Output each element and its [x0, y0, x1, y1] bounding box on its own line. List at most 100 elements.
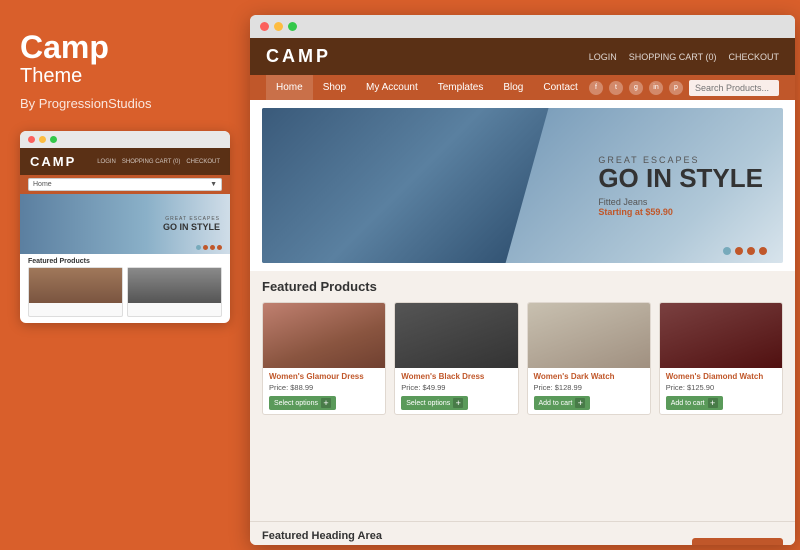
- product-card-3: Women's Dark Watch Price: $128.99 Add to…: [527, 302, 651, 415]
- product-name-1: Women's Glamour Dress: [269, 372, 379, 381]
- browser-bar: [250, 15, 795, 38]
- product-info-1: Women's Glamour Dress Price: $88.99 Sele…: [263, 368, 385, 414]
- product-card-1: Women's Glamour Dress Price: $88.99 Sele…: [262, 302, 386, 415]
- product-name-4: Women's Diamond Watch: [666, 372, 776, 381]
- product-price-4: Price: $125.90: [666, 383, 776, 392]
- hero-dot-2[interactable]: [735, 247, 743, 255]
- site-nav: Home Shop My Account Templates Blog Cont…: [250, 75, 795, 100]
- content-area: Featured Products Women's Glamour Dress …: [250, 271, 795, 521]
- hero-title: GO IN STYLE: [598, 165, 763, 191]
- mini-nav: Home ▼: [20, 175, 230, 194]
- product-btn-2[interactable]: Select options +: [401, 396, 468, 410]
- hero-dots: [723, 247, 767, 255]
- site-nav-right: f t g in p: [589, 80, 779, 96]
- product-btn-label-3: Add to cart: [539, 400, 573, 407]
- nav-templates[interactable]: Templates: [428, 75, 494, 100]
- social-icon-1[interactable]: f: [589, 81, 603, 95]
- product-card-4: Women's Diamond Watch Price: $125.90 Add…: [659, 302, 783, 415]
- social-icon-4[interactable]: in: [649, 81, 663, 95]
- mini-product-img-2: [128, 268, 221, 303]
- mini-hero-dot-3: [210, 245, 215, 250]
- product-btn-1[interactable]: Select options +: [269, 396, 336, 410]
- hero-dot-3[interactable]: [747, 247, 755, 255]
- nav-blog[interactable]: Blog: [493, 75, 533, 100]
- mini-login: LOGIN: [97, 159, 116, 165]
- mini-header-links: LOGIN SHOPPING CART (0) CHECKOUT: [97, 159, 220, 165]
- hero-product: Fitted Jeans: [598, 197, 763, 207]
- product-info-3: Women's Dark Watch Price: $128.99 Add to…: [528, 368, 650, 414]
- mini-nav-dropdown: Home ▼: [28, 178, 222, 191]
- nav-myaccount[interactable]: My Account: [356, 75, 428, 100]
- cart-link[interactable]: SHOPPING CART (0): [629, 52, 717, 62]
- browser-dot-yellow: [274, 22, 283, 31]
- mini-hero-title: GO IN STYLE: [163, 222, 220, 232]
- mini-hero: GREAT ESCAPES GO IN STYLE: [20, 194, 230, 254]
- theme-title: Camp Theme: [20, 30, 230, 88]
- start-shopping-arrow: ›: [768, 544, 771, 545]
- social-icon-3[interactable]: g: [629, 81, 643, 95]
- products-grid: Women's Glamour Dress Price: $88.99 Sele…: [262, 302, 783, 415]
- product-name-2: Women's Black Dress: [401, 372, 511, 381]
- mini-dot-red: [28, 136, 35, 143]
- product-btn-plus-4: +: [708, 398, 718, 408]
- mini-hero-dot-2: [203, 245, 208, 250]
- product-name-3: Women's Dark Watch: [534, 372, 644, 381]
- theme-by: By ProgressionStudios: [20, 96, 230, 111]
- mini-nav-home: Home: [33, 181, 52, 188]
- product-btn-plus-2: +: [453, 398, 463, 408]
- hero-dot-1[interactable]: [723, 247, 731, 255]
- mini-dot-green: [50, 136, 57, 143]
- featured-text-block: Featured Heading Area Lorem ipsum dolor …: [262, 530, 692, 545]
- mini-product-2: [127, 267, 222, 317]
- start-shopping-label: Start Shopping: [704, 544, 764, 545]
- browser-dot-red: [260, 22, 269, 31]
- left-panel: Camp Theme By ProgressionStudios CAMP LO…: [0, 0, 250, 550]
- theme-name: Camp: [20, 30, 230, 65]
- mini-dot-yellow: [39, 136, 46, 143]
- nav-shop[interactable]: Shop: [313, 75, 356, 100]
- product-img-2: [395, 303, 517, 368]
- mini-browser: CAMP LOGIN SHOPPING CART (0) CHECKOUT Ho…: [20, 131, 230, 323]
- login-link[interactable]: LOGIN: [589, 52, 617, 62]
- hero-text: GREAT ESCAPES GO IN STYLE Fitted Jeans S…: [598, 155, 763, 217]
- search-input[interactable]: [689, 80, 779, 96]
- product-img-4: [660, 303, 782, 368]
- hero-jeans-img: [262, 108, 549, 263]
- main-browser: CAMP LOGIN SHOPPING CART (0) CHECKOUT Ho…: [250, 15, 795, 545]
- mini-camp-header: CAMP LOGIN SHOPPING CART (0) CHECKOUT: [20, 148, 230, 175]
- product-info-2: Women's Black Dress Price: $49.99 Select…: [395, 368, 517, 414]
- hero-price-label: Starting at: [598, 207, 643, 217]
- product-info-4: Women's Diamond Watch Price: $125.90 Add…: [660, 368, 782, 414]
- mini-checkout: CHECKOUT: [186, 159, 220, 165]
- social-icon-2[interactable]: t: [609, 81, 623, 95]
- featured-area: Featured Heading Area Lorem ipsum dolor …: [250, 521, 795, 545]
- mini-product-img-1: [29, 268, 122, 303]
- product-btn-plus-3: +: [575, 398, 585, 408]
- mini-featured-label: Featured Products: [20, 254, 230, 267]
- product-img-1: [263, 303, 385, 368]
- hero-bg: GREAT ESCAPES GO IN STYLE Fitted Jeans S…: [262, 108, 783, 263]
- hero-dot-4[interactable]: [759, 247, 767, 255]
- mini-browser-bar: [20, 131, 230, 148]
- social-icon-5[interactable]: p: [669, 81, 683, 95]
- nav-contact[interactable]: Contact: [533, 75, 587, 100]
- site-nav-links: Home Shop My Account Templates Blog Cont…: [266, 75, 588, 100]
- featured-section-title: Featured Products: [262, 279, 783, 294]
- browser-dot-green: [288, 22, 297, 31]
- mini-hero-text: GREAT ESCAPES GO IN STYLE: [163, 216, 220, 232]
- product-btn-label-2: Select options: [406, 400, 450, 407]
- featured-heading: Featured Heading Area: [262, 530, 692, 542]
- mini-hero-dot-4: [217, 245, 222, 250]
- product-card-2: Women's Black Dress Price: $49.99 Select…: [394, 302, 518, 415]
- theme-subtitle: Theme: [20, 65, 230, 88]
- product-btn-4[interactable]: Add to cart +: [666, 396, 723, 410]
- checkout-link[interactable]: CHECKOUT: [728, 52, 779, 62]
- hero-price-value: $59.90: [645, 207, 673, 217]
- nav-home[interactable]: Home: [266, 75, 313, 100]
- mini-products: [20, 267, 230, 323]
- start-shopping-button[interactable]: Start Shopping ›: [692, 538, 783, 545]
- mini-hero-dots: [196, 245, 222, 250]
- product-btn-3[interactable]: Add to cart +: [534, 396, 591, 410]
- site-logo: CAMP: [266, 46, 331, 67]
- product-btn-label-1: Select options: [274, 400, 318, 407]
